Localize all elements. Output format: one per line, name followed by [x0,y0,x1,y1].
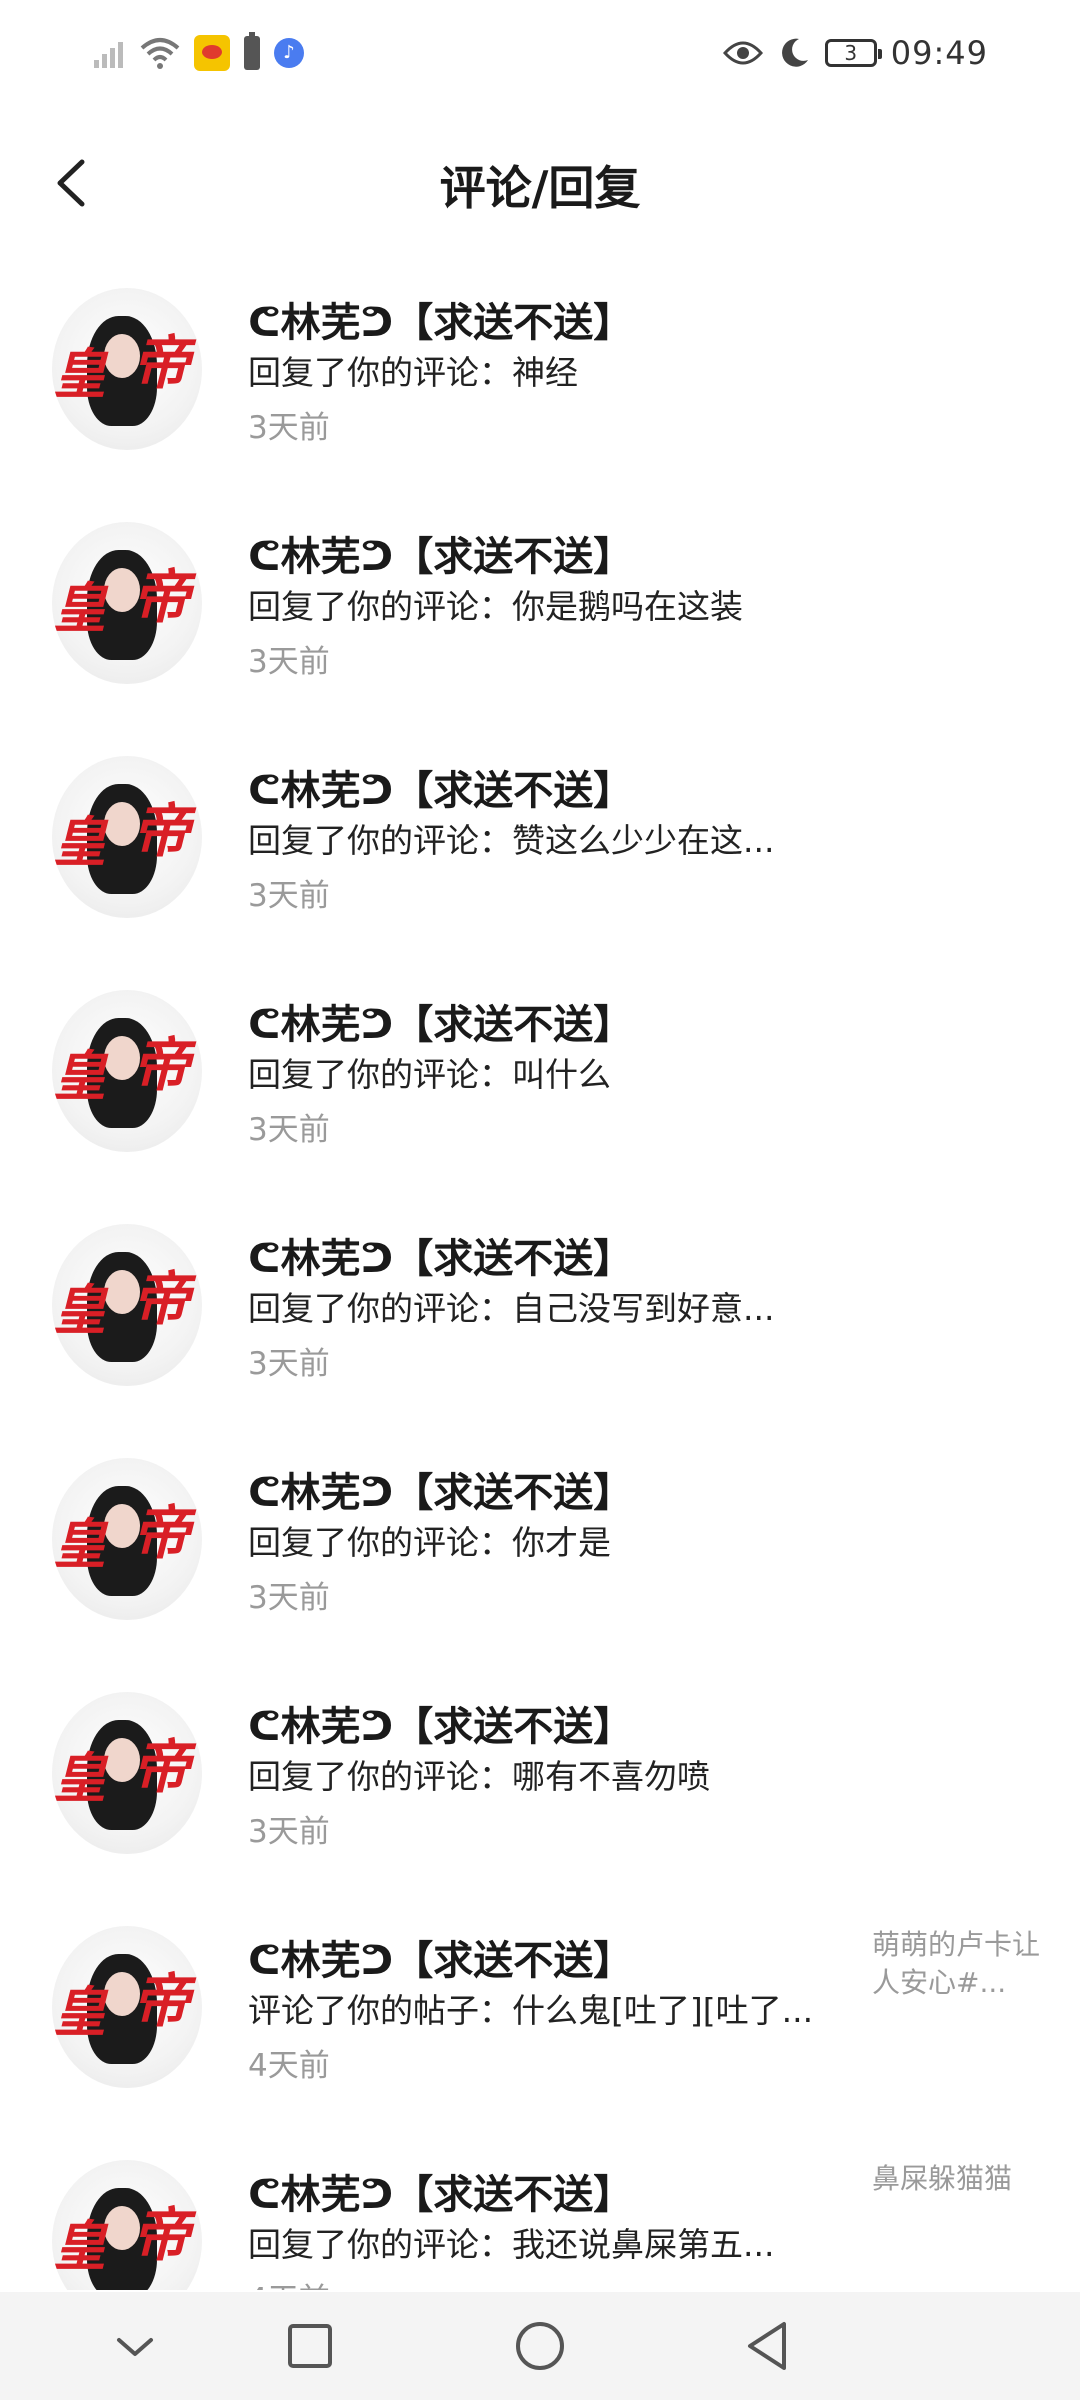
timestamp: 3天前 [248,1814,330,1850]
avatar[interactable]: 皇帝 [52,522,202,684]
page-title: 评论/回复 [439,161,641,215]
user-name[interactable]: ᕦ林芜ᕤ【求送不送】 [248,992,633,1050]
timestamp: 3天前 [248,1112,330,1148]
battery-icon: 3 [824,39,882,67]
notification-list[interactable]: 皇帝 ᕦ林芜ᕤ【求送不送】 回复了你的评论：神经 3天前 皇帝 ᕦ林芜ᕤ【求送不… [0,260,1080,2290]
battery-small-icon [244,32,260,70]
user-name[interactable]: ᕦ林芜ᕤ【求送不送】 [248,1460,633,1518]
list-item[interactable]: 皇帝 ᕦ林芜ᕤ【求送不送】 回复了你的评论：哪有不喜勿喷 3天前 [0,1664,1080,1898]
reply-text: 回复了你的评论：叫什么 [248,1055,611,1094]
status-right: 3 09:49 [722,28,988,78]
timestamp: 3天前 [248,644,330,680]
list-item[interactable]: 皇帝 ᕦ林芜ᕤ【求送不送】 评论了你的帖子：什么鬼[吐了][吐了... 4天前 … [0,1898,1080,2132]
signal-icon [92,36,126,70]
avatar[interactable]: 皇帝 [52,990,202,1152]
weibo-icon [194,35,230,71]
reply-text: 回复了你的评论：我还说鼻屎第五... [248,2225,775,2264]
moon-icon [777,36,811,70]
eye-icon [722,39,763,67]
avatar[interactable]: 皇帝 [52,1692,202,1854]
comment-text: 评论了你的帖子：什么鬼[吐了][吐了... [248,1991,814,2030]
avatar[interactable]: 皇帝 [52,288,202,450]
status-time: 09:49 [890,34,988,72]
reply-text: 回复了你的评论：哪有不喜勿喷 [248,1757,710,1796]
square-icon[interactable] [280,2316,340,2376]
list-item[interactable]: 皇帝 ᕦ林芜ᕤ【求送不送】 回复了你的评论：你才是 3天前 [0,1430,1080,1664]
reply-text: 回复了你的评论：你才是 [248,1523,611,1562]
user-name[interactable]: ᕦ林芜ᕤ【求送不送】 [248,2162,633,2220]
avatar[interactable]: 皇帝 [52,1926,202,2088]
reply-text: 回复了你的评论：神经 [248,353,578,392]
list-item[interactable]: 皇帝 ᕦ林芜ᕤ【求送不送】 回复了你的评论：神经 3天前 [0,260,1080,494]
avatar[interactable]: 皇帝 [52,1224,202,1386]
timestamp: 3天前 [248,878,330,914]
status-left: ♪ [92,28,304,78]
list-item[interactable]: 皇帝 ᕦ林芜ᕤ【求送不送】 回复了你的评论：叫什么 3天前 [0,962,1080,1196]
timestamp: 3天前 [248,1580,330,1616]
list-item[interactable]: 皇帝 ᕦ林芜ᕤ【求送不送】 回复了你的评论：自己没写到好意... 3天前 [0,1196,1080,1430]
page-header: 评论/回复 [0,130,1080,234]
post-preview[interactable]: 萌萌的卢卡让人安心#... [872,1926,1042,2002]
reply-text: 回复了你的评论：你是鹅吗在这装 [248,587,743,626]
triangle-back-icon[interactable] [738,2316,798,2376]
user-name[interactable]: ᕦ林芜ᕤ【求送不送】 [248,1226,633,1284]
avatar[interactable]: 皇帝 [52,1458,202,1620]
timestamp: 3天前 [248,410,330,446]
user-name[interactable]: ᕦ林芜ᕤ【求送不送】 [248,524,633,582]
chevron-down-icon[interactable] [105,2316,165,2376]
list-item[interactable]: 皇帝 ᕦ林芜ᕤ【求送不送】 回复了你的评论：赞这么少少在这... 3天前 [0,728,1080,962]
user-name[interactable]: ᕦ林芜ᕤ【求送不送】 [248,1694,633,1752]
user-name[interactable]: ᕦ林芜ᕤ【求送不送】 [248,290,633,348]
reply-text: 回复了你的评论：赞这么少少在这... [248,821,775,860]
status-bar: ♪ 3 09:49 [0,0,1080,110]
list-item[interactable]: 皇帝 ᕦ林芜ᕤ【求送不送】 回复了你的评论：我还说鼻屎第五... 4天前 鼻屎躲… [0,2132,1080,2290]
timestamp: 4天前 [248,2048,330,2084]
circle-icon[interactable] [510,2316,570,2376]
reply-text: 回复了你的评论：自己没写到好意... [248,1289,775,1328]
avatar[interactable]: 皇帝 [52,2160,202,2290]
music-icon: ♪ [274,38,304,68]
timestamp: 4天前 [248,2274,330,2290]
system-nav-bar [0,2292,1080,2400]
user-name[interactable]: ᕦ林芜ᕤ【求送不送】 [248,758,633,816]
post-preview[interactable]: 鼻屎躲猫猫 [872,2160,1042,2198]
user-name[interactable]: ᕦ林芜ᕤ【求送不送】 [248,1928,633,1986]
wifi-icon [140,36,180,70]
list-item[interactable]: 皇帝 ᕦ林芜ᕤ【求送不送】 回复了你的评论：你是鹅吗在这装 3天前 [0,494,1080,728]
timestamp: 3天前 [248,1346,330,1382]
avatar[interactable]: 皇帝 [52,756,202,918]
